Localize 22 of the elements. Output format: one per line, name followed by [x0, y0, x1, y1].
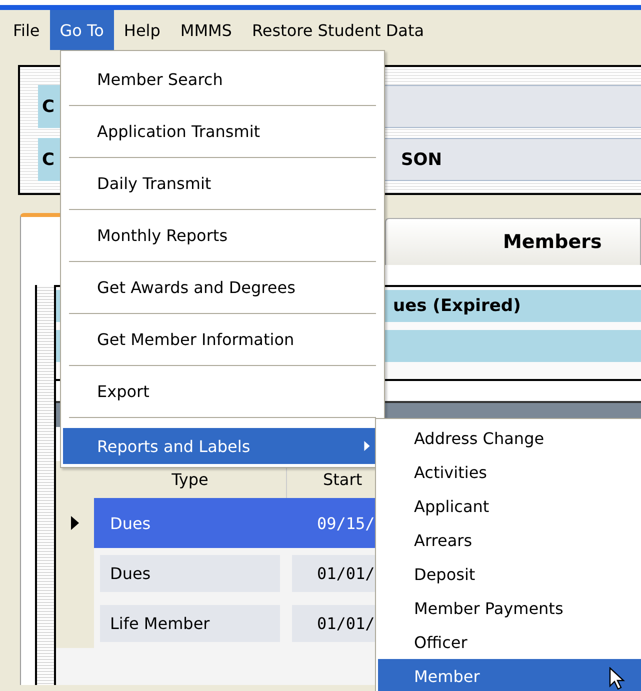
- menu-item[interactable]: File: [3, 10, 50, 50]
- menu-item[interactable]: Member: [378, 659, 641, 691]
- menu-item[interactable]: Daily Transmit: [63, 158, 382, 209]
- tab[interactable]: Members: [385, 218, 641, 265]
- menu-item[interactable]: Go To: [50, 10, 114, 50]
- menu-item[interactable]: Application Transmit: [63, 106, 382, 157]
- menu-item[interactable]: Get Awards and Degrees: [63, 262, 382, 313]
- menu-item[interactable]: Help: [114, 10, 170, 50]
- menu-item[interactable]: Get Member Information: [63, 314, 382, 365]
- row-pointer-icon: [71, 516, 79, 530]
- table-cell-text: Dues: [109, 512, 152, 534]
- row-header-cell[interactable]: [56, 598, 94, 648]
- table-cell: Life Member: [100, 604, 280, 642]
- status-text: ues (Expired): [393, 296, 521, 316]
- menu-item[interactable]: Member Search: [63, 54, 382, 105]
- menu-item[interactable]: Monthly Reports: [63, 210, 382, 261]
- menu-item[interactable]: Restore Student Data: [242, 10, 434, 50]
- menu-item[interactable]: MMMS: [170, 10, 242, 50]
- field-text: SON: [401, 150, 442, 170]
- table-cell: Dues: [100, 554, 280, 592]
- menu-item[interactable]: Export: [63, 366, 382, 417]
- submenu-arrow-icon: [364, 441, 370, 451]
